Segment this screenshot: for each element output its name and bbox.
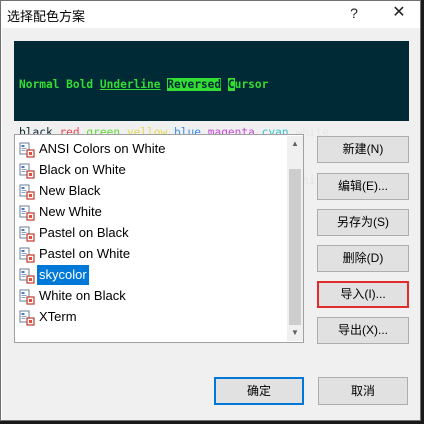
color-scheme-item-label: XTerm <box>39 309 77 324</box>
scroll-up-arrow-icon[interactable]: ▲ <box>287 136 303 152</box>
preview-cursor-block: C <box>227 78 235 91</box>
edit-button[interactable]: 编辑(E)... <box>317 173 409 200</box>
color-scheme-item-label: Pastel on White <box>39 246 131 261</box>
color-scheme-icon <box>19 247 35 263</box>
color-scheme-list[interactable]: ANSI Colors on White Black on White New Bl… <box>14 134 304 343</box>
preview-underline: Underline <box>99 78 161 91</box>
preview-reversed: Reversed <box>167 78 222 91</box>
choose-color-scheme-dialog: 选择配色方案 ? ✕ Normal Bold Underline Reverse… <box>0 0 421 421</box>
color-scheme-icon <box>19 142 35 158</box>
ok-button[interactable]: 确定 <box>214 377 304 405</box>
color-scheme-icon <box>19 226 35 242</box>
preview-normal: Normal <box>19 78 60 91</box>
scroll-down-arrow-icon[interactable]: ▼ <box>287 325 303 341</box>
delete-button[interactable]: 删除(D) <box>317 245 409 272</box>
color-scheme-item-label: skycolor <box>37 265 89 285</box>
color-scheme-item-label: Black on White <box>39 162 126 177</box>
scrollbar-thumb[interactable] <box>289 169 301 325</box>
save-as-button[interactable]: 另存为(S) <box>317 209 409 236</box>
close-button[interactable]: ✕ <box>385 2 413 24</box>
color-scheme-icon <box>19 289 35 305</box>
color-scheme-icon <box>19 205 35 221</box>
preview-line-styles: Normal Bold Underline Reversed Cursor <box>19 77 405 93</box>
dialog-title: 选择配色方案 <box>7 9 86 24</box>
preview-bold: Bold <box>66 78 94 91</box>
import-button[interactable]: 导入(I)... <box>317 281 409 308</box>
cancel-button[interactable]: 取消 <box>318 377 408 405</box>
color-scheme-icon <box>19 310 35 326</box>
color-scheme-icon <box>19 268 35 284</box>
color-scheme-item-label: New Black <box>39 183 101 198</box>
color-scheme-item-label: Pastel on Black <box>39 225 129 240</box>
title-bar: 选择配色方案 ? ✕ <box>1 1 420 27</box>
new-button[interactable]: 新建(N) <box>317 136 409 163</box>
preview-cursor-text: ursor <box>234 78 269 91</box>
export-button[interactable]: 导出(X)... <box>317 317 409 344</box>
color-preview-pane: Normal Bold Underline Reversed Cursor bl… <box>14 41 409 187</box>
color-scheme-item-label: ANSI Colors on White <box>39 141 166 156</box>
color-scheme-icon <box>19 184 35 200</box>
color-scheme-item-label: White on Black <box>39 288 126 303</box>
color-scheme-icon <box>19 163 35 179</box>
color-scheme-item-label: New White <box>39 204 102 219</box>
dialog-client-area: Normal Bold Underline Reversed Cursor bl… <box>2 28 420 420</box>
vertical-scrollbar[interactable]: ▲ ▼ <box>287 136 303 341</box>
help-button[interactable]: ? <box>341 2 367 24</box>
